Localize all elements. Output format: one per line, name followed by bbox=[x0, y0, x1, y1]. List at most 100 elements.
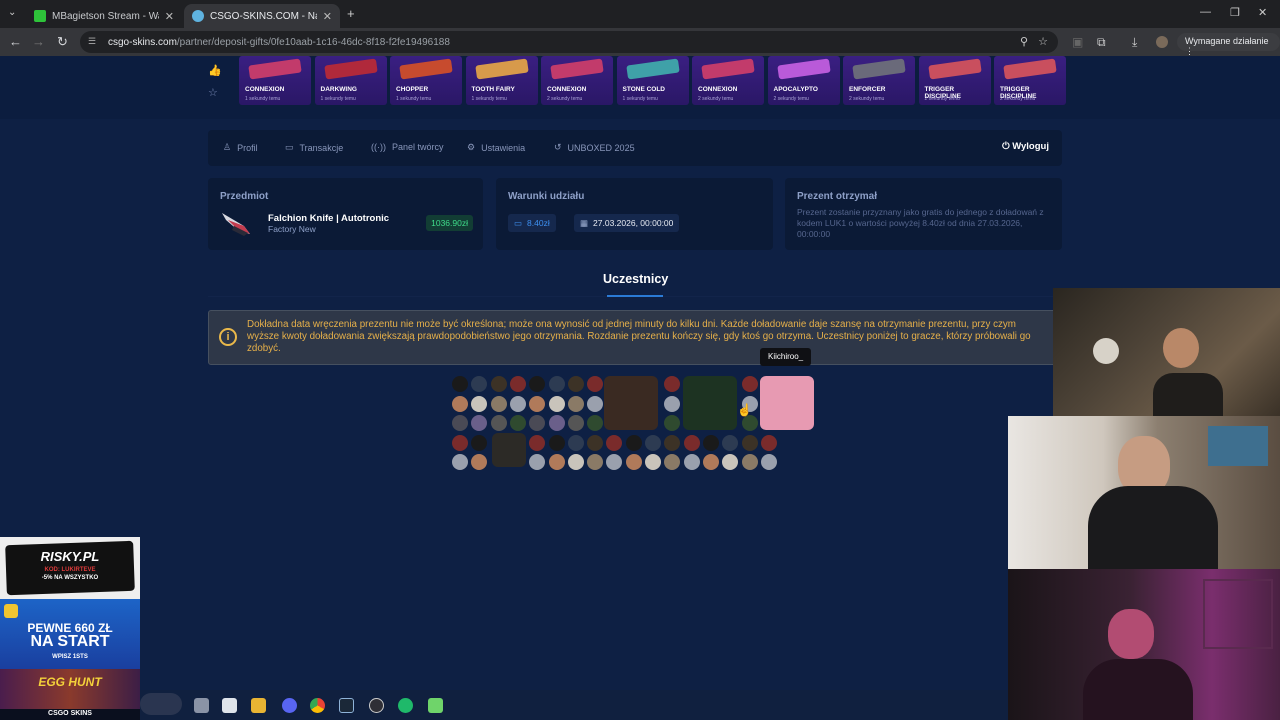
back-arrow-icon[interactable]: ← bbox=[9, 34, 22, 49]
drop-card[interactable]: DARKWING 1 sekundy temu bbox=[314, 56, 387, 105]
participant-avatar[interactable] bbox=[741, 415, 758, 431]
participant-avatar[interactable] bbox=[529, 376, 546, 392]
participant-avatar[interactable] bbox=[529, 454, 546, 470]
participant-avatar[interactable] bbox=[567, 454, 584, 470]
participant-avatar[interactable] bbox=[452, 454, 468, 470]
participant-avatar[interactable] bbox=[760, 434, 777, 451]
participant-avatar[interactable] bbox=[664, 454, 681, 470]
drop-card[interactable]: CONNEXION 1 sekundy temu bbox=[239, 56, 311, 105]
menu-item-transactions[interactable]: ▭ Transakcje bbox=[285, 142, 343, 153]
participant-avatar-large[interactable] bbox=[683, 376, 737, 430]
url-input[interactable]: ☰ csgo-skins.com/partner/deposit-gifts/0… bbox=[80, 31, 1058, 53]
close-icon[interactable]: ✕ bbox=[323, 10, 332, 23]
participant-avatar[interactable] bbox=[664, 415, 681, 431]
participant-avatar[interactable] bbox=[664, 376, 681, 392]
app-icon[interactable] bbox=[222, 698, 237, 713]
participant-avatar[interactable] bbox=[587, 454, 604, 470]
participant-avatar[interactable] bbox=[509, 376, 526, 392]
participant-avatar[interactable] bbox=[567, 376, 584, 392]
participant-avatar[interactable] bbox=[587, 415, 604, 431]
tab-csgo-skins[interactable]: CSGO-SKINS.COM - Najlepsze ✕ bbox=[184, 4, 340, 28]
puzzle-icon[interactable]: ⧉ bbox=[1097, 35, 1106, 50]
participant-avatar[interactable] bbox=[529, 415, 546, 431]
tab-participants[interactable]: Uczestnicy bbox=[603, 272, 668, 286]
bookmark-star-icon[interactable]: ☆ bbox=[1038, 35, 1048, 48]
menu-item-unboxed[interactable]: ↺ UNBOXED 2025 bbox=[554, 142, 635, 153]
chrome-icon[interactable] bbox=[310, 698, 325, 713]
participant-avatar[interactable] bbox=[471, 376, 488, 392]
participant-avatar[interactable] bbox=[625, 454, 642, 470]
participant-avatar[interactable] bbox=[567, 415, 584, 431]
star-icon[interactable]: ☆ bbox=[208, 86, 230, 108]
logout-button[interactable]: ⏻ Wyloguj bbox=[1002, 141, 1049, 152]
drop-card[interactable]: CONNEXION 2 sekundy temu bbox=[541, 56, 613, 105]
participant-avatar[interactable] bbox=[452, 434, 468, 451]
steam-icon[interactable] bbox=[339, 698, 354, 713]
reload-icon[interactable]: ↻ bbox=[57, 34, 68, 50]
participant-avatar[interactable] bbox=[548, 376, 565, 392]
drop-card[interactable]: STONE COLD 1 sekundy temu bbox=[616, 56, 689, 105]
participant-avatar[interactable] bbox=[645, 454, 661, 470]
participant-avatar[interactable] bbox=[587, 434, 604, 451]
menu-item-settings[interactable]: ⚙ Ustawienia bbox=[467, 142, 525, 153]
participant-avatar[interactable] bbox=[567, 395, 584, 412]
participant-avatar[interactable] bbox=[702, 434, 719, 451]
participant-avatar[interactable] bbox=[587, 395, 604, 412]
download-icon[interactable]: ⤓ bbox=[1132, 35, 1137, 50]
participant-avatar-large[interactable] bbox=[604, 376, 658, 430]
discord-icon[interactable] bbox=[282, 698, 297, 713]
participant-avatar[interactable] bbox=[529, 434, 546, 451]
tab-search-icon[interactable]: ⌄ bbox=[8, 7, 16, 18]
participant-avatar[interactable] bbox=[683, 434, 700, 451]
participant-avatar[interactable] bbox=[741, 434, 758, 451]
participant-avatar[interactable] bbox=[471, 454, 488, 470]
drop-card[interactable]: CHOPPER 1 sekundy temu bbox=[390, 56, 462, 105]
participant-avatar[interactable] bbox=[741, 454, 758, 470]
participant-avatar[interactable] bbox=[452, 415, 468, 431]
app-green-icon[interactable] bbox=[398, 698, 413, 713]
site-info-icon[interactable]: ☰ bbox=[88, 36, 100, 48]
participant-avatar[interactable] bbox=[664, 434, 681, 451]
forward-arrow-icon[interactable]: → bbox=[32, 34, 45, 49]
participant-avatar-large[interactable] bbox=[492, 433, 526, 467]
obs-icon[interactable] bbox=[369, 698, 384, 713]
participant-avatar[interactable] bbox=[548, 454, 565, 470]
close-icon[interactable]: ✕ bbox=[165, 10, 174, 23]
participant-avatar[interactable] bbox=[509, 415, 526, 431]
participant-avatar[interactable] bbox=[722, 434, 739, 451]
extension-icon[interactable]: ▣ bbox=[1072, 35, 1083, 49]
maximize-icon[interactable]: ❐ bbox=[1230, 6, 1240, 19]
participant-avatar[interactable] bbox=[529, 395, 546, 412]
participant-avatar[interactable] bbox=[452, 376, 468, 392]
taskbar-search[interactable] bbox=[140, 693, 182, 715]
drop-card[interactable]: TRIGGER DISCIPLINE 2 sekundy temu bbox=[918, 56, 991, 105]
minecraft-icon[interactable] bbox=[428, 698, 443, 713]
tab-stream[interactable]: MBagietson Stream - Watch Live ✕ bbox=[26, 4, 182, 28]
participant-avatar[interactable] bbox=[548, 395, 565, 412]
file-explorer-icon[interactable] bbox=[251, 698, 266, 713]
drop-card[interactable]: ENFORCER 2 sekundy temu bbox=[843, 56, 915, 105]
task-view-icon[interactable] bbox=[194, 698, 209, 713]
participant-avatar-large[interactable] bbox=[760, 376, 814, 430]
participant-avatar[interactable] bbox=[490, 415, 507, 431]
participant-avatar[interactable] bbox=[471, 395, 488, 412]
participant-avatar[interactable] bbox=[471, 434, 488, 451]
participant-avatar[interactable] bbox=[452, 395, 468, 412]
drop-card[interactable]: TOOTH FAIRY 1 sekundy temu bbox=[465, 56, 538, 105]
participant-avatar[interactable] bbox=[722, 454, 739, 470]
profile-avatar[interactable] bbox=[1156, 36, 1168, 48]
new-tab-plus-icon[interactable]: + bbox=[347, 6, 355, 21]
window-close-icon[interactable]: ✕ bbox=[1258, 6, 1267, 19]
participant-avatar[interactable] bbox=[625, 434, 642, 451]
participant-avatar[interactable] bbox=[567, 434, 584, 451]
participant-avatar[interactable] bbox=[490, 376, 507, 392]
menu-item-profile[interactable]: ♙ Profil bbox=[223, 142, 258, 153]
participant-avatar[interactable] bbox=[471, 415, 488, 431]
drop-card[interactable]: APOCALYPTO 2 sekundy temu bbox=[767, 56, 840, 105]
participant-avatar[interactable] bbox=[606, 454, 623, 470]
participant-avatar[interactable] bbox=[741, 376, 758, 392]
participant-avatar[interactable] bbox=[509, 395, 526, 412]
zoom-icon[interactable]: ⚲ bbox=[1020, 35, 1028, 48]
participant-avatar[interactable] bbox=[760, 454, 777, 470]
participant-avatar[interactable] bbox=[490, 395, 507, 412]
